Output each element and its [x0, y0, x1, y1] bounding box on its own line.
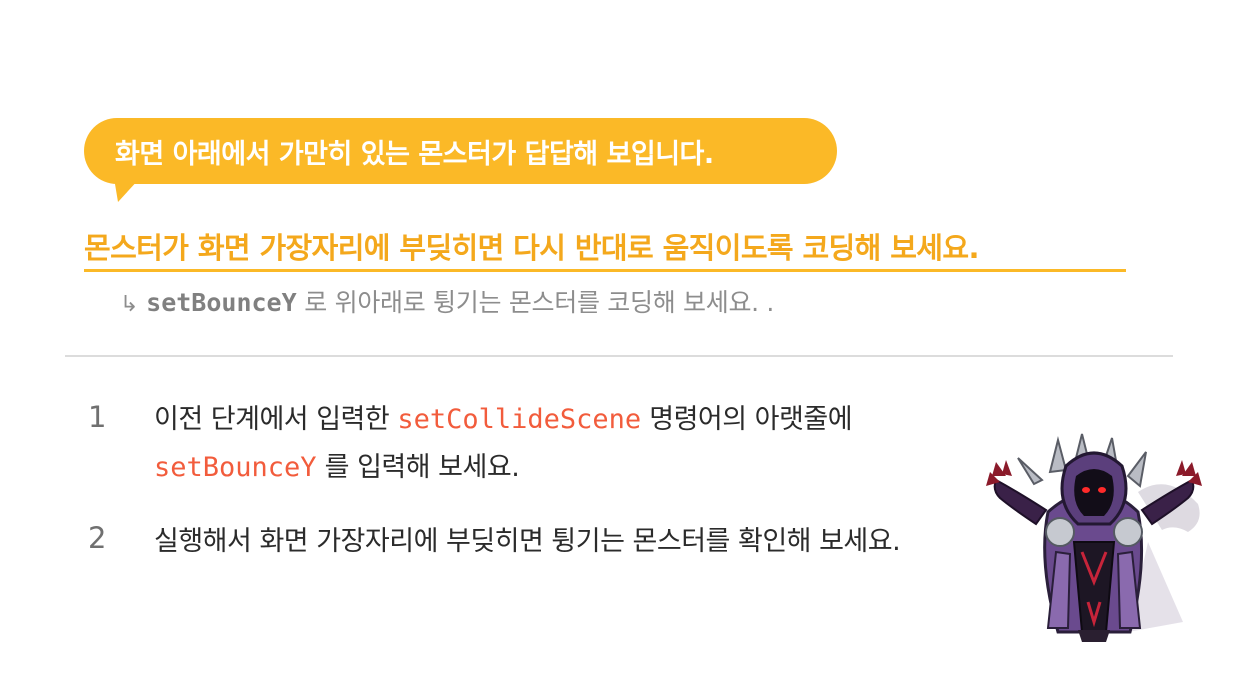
step-text-part: 이전 단계에서 입력한 — [154, 404, 398, 435]
step-code: setCollideScene — [397, 404, 642, 435]
step-number: 2 — [88, 521, 106, 555]
hint-text: 로 위아래로 튕기는 몬스터를 코딩해 보세요. . — [296, 288, 775, 317]
step-text: 이전 단계에서 입력한 setCollideScene 명령어의 아랫줄에 se… — [154, 396, 853, 492]
speech-bubble-text: 화면 아래에서 가만히 있는 몬스터가 답답해 보입니다. — [115, 138, 714, 170]
step-text-part: 를 입력해 보세요. — [316, 452, 520, 483]
step-number: 1 — [88, 400, 106, 434]
speech-bubble: 화면 아래에서 가만히 있는 몬스터가 답답해 보입니다. — [84, 118, 837, 184]
speech-bubble-tail — [114, 178, 140, 202]
hint-line: ↳ setBounceY 로 위아래로 튕기는 몬스터를 코딩해 보세요. . — [120, 284, 774, 322]
hint-code: setBounceY — [146, 288, 297, 317]
return-arrow-icon: ↳ — [120, 292, 139, 317]
step-text-part: 명령어의 아랫줄에 — [641, 404, 853, 435]
step-line-1: 이전 단계에서 입력한 setCollideScene 명령어의 아랫줄에 — [154, 396, 853, 444]
monster-icon — [986, 433, 1202, 642]
step-line-2: setBounceY 를 입력해 보세요. — [154, 444, 852, 492]
mission-title: 몬스터가 화면 가장자리에 부딪히면 다시 반대로 움직이도록 코딩해 보세요. — [84, 227, 1126, 272]
step-text: 실행해서 화면 가장자리에 부딪히면 튕기는 몬스터를 확인해 보세요. — [154, 526, 901, 557]
divider — [65, 355, 1173, 357]
step-code: setBounceY — [154, 452, 317, 483]
